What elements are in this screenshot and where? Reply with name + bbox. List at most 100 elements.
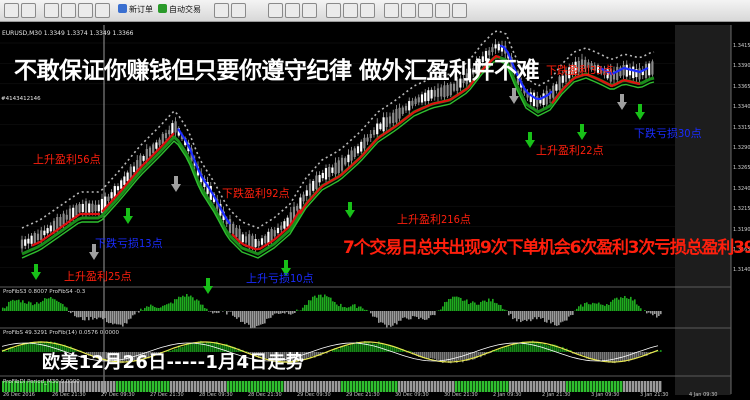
- indicators-icon[interactable]: [418, 3, 433, 18]
- candle-body: [251, 235, 254, 249]
- osc3-bar: [293, 381, 296, 392]
- osc3-bar: [659, 381, 662, 392]
- histogram-bar: [212, 311, 214, 314]
- osc3-bar: [191, 381, 194, 392]
- histogram-bar: [188, 296, 190, 311]
- label-down-loss-13: 下跌亏损13点: [95, 237, 163, 250]
- histogram-bar: [554, 311, 556, 326]
- osc2-bar: [514, 343, 516, 352]
- histogram-bar: [480, 301, 482, 311]
- osc3-bar: [317, 381, 320, 392]
- osc3-bar: [365, 381, 368, 392]
- templates-icon[interactable]: [452, 3, 467, 18]
- osc3-bar: [326, 381, 329, 392]
- osc3-bar: [200, 381, 203, 392]
- line-chart-icon[interactable]: [302, 3, 317, 18]
- osc3-bar: [509, 381, 512, 392]
- autoscroll-icon[interactable]: [384, 3, 399, 18]
- histogram-bar: [488, 298, 490, 311]
- candle-body: [622, 65, 625, 76]
- histogram-bar: [502, 308, 504, 311]
- histogram-bar: [544, 311, 546, 322]
- histogram-bar: [84, 311, 86, 321]
- osc3-bar: [254, 381, 257, 392]
- osc2-bar: [374, 343, 376, 352]
- new-order-button[interactable]: 新订单: [118, 4, 153, 15]
- histogram-bar: [50, 297, 52, 311]
- osc3-bar: [194, 381, 197, 392]
- chart-shift-icon[interactable]: [401, 3, 416, 18]
- osc3-bar: [386, 381, 389, 392]
- histogram-bar: [492, 298, 494, 311]
- osc3-bar: [479, 381, 482, 392]
- candle-body: [283, 221, 286, 229]
- osc3-bar: [596, 381, 599, 392]
- histogram-bar: [218, 311, 220, 313]
- profiles-icon[interactable]: [21, 3, 36, 18]
- osc3-bar: [149, 381, 152, 392]
- histogram-bar: [100, 311, 102, 318]
- osc3-bar: [533, 381, 536, 392]
- periods-icon[interactable]: [435, 3, 450, 18]
- histogram-bar: [226, 311, 228, 315]
- osc2-bar: [648, 352, 650, 353]
- candle-body: [299, 197, 302, 209]
- osc3-bar: [290, 381, 293, 392]
- candle-body: [555, 84, 558, 91]
- histogram-bar: [34, 304, 36, 311]
- zoom-in-icon[interactable]: [326, 3, 341, 18]
- histogram-bar: [276, 311, 278, 314]
- histogram-bar: [164, 305, 166, 311]
- candle-body: [267, 231, 270, 244]
- zoom-out-icon[interactable]: [343, 3, 358, 18]
- histogram-bar: [448, 298, 450, 311]
- candlestick-icon[interactable]: [285, 3, 300, 18]
- osc3-bar: [482, 381, 485, 392]
- osc2-bar: [448, 352, 450, 363]
- histogram-bar: [294, 311, 296, 314]
- histogram-bar: [340, 303, 342, 311]
- candle-body: [110, 192, 113, 199]
- histogram-bar: [152, 305, 154, 311]
- histogram-bar: [552, 311, 554, 323]
- histogram-bar: [296, 309, 298, 311]
- osc2-bar: [520, 344, 522, 352]
- histogram-bar: [14, 300, 16, 311]
- candle-body: [123, 176, 126, 186]
- data-window-icon[interactable]: [61, 3, 76, 18]
- histogram-bar: [636, 304, 638, 311]
- osc2-bar: [376, 343, 378, 352]
- sell-icon[interactable]: [231, 3, 246, 18]
- histogram-bar: [222, 311, 224, 312]
- candle-body: [430, 89, 433, 99]
- osc3-bar: [335, 381, 338, 392]
- new-chart-icon[interactable]: [4, 3, 19, 18]
- histogram-bar: [236, 311, 238, 319]
- autotrading-button[interactable]: 自动交易: [158, 4, 201, 15]
- market-watch-icon[interactable]: [44, 3, 59, 18]
- histogram-bar: [524, 311, 526, 320]
- histogram-bar: [302, 307, 304, 311]
- histogram-bar: [374, 311, 376, 317]
- time-tick-label: 2 Jan 21:30: [542, 392, 571, 398]
- osc3-bar: [506, 381, 509, 392]
- osc2-bar: [590, 352, 592, 359]
- histogram-bar: [132, 311, 134, 316]
- osc3-bar: [656, 381, 659, 392]
- candle-body: [81, 203, 84, 213]
- navigator-icon[interactable]: [78, 3, 93, 18]
- terminal-icon[interactable]: [95, 3, 110, 18]
- buy-icon[interactable]: [214, 3, 229, 18]
- osc3-bar: [185, 381, 188, 392]
- histogram-bar: [540, 311, 542, 319]
- candle-body: [545, 90, 548, 105]
- bar-chart-icon[interactable]: [268, 3, 283, 18]
- osc3-bar: [152, 381, 155, 392]
- histogram-bar: [70, 311, 72, 314]
- osc2-bar: [536, 341, 538, 352]
- osc3-bar: [608, 381, 611, 392]
- tile-windows-icon[interactable]: [360, 3, 375, 18]
- osc2-bar: [304, 352, 306, 360]
- osc2-bar: [582, 352, 584, 355]
- osc2-bar: [612, 352, 614, 363]
